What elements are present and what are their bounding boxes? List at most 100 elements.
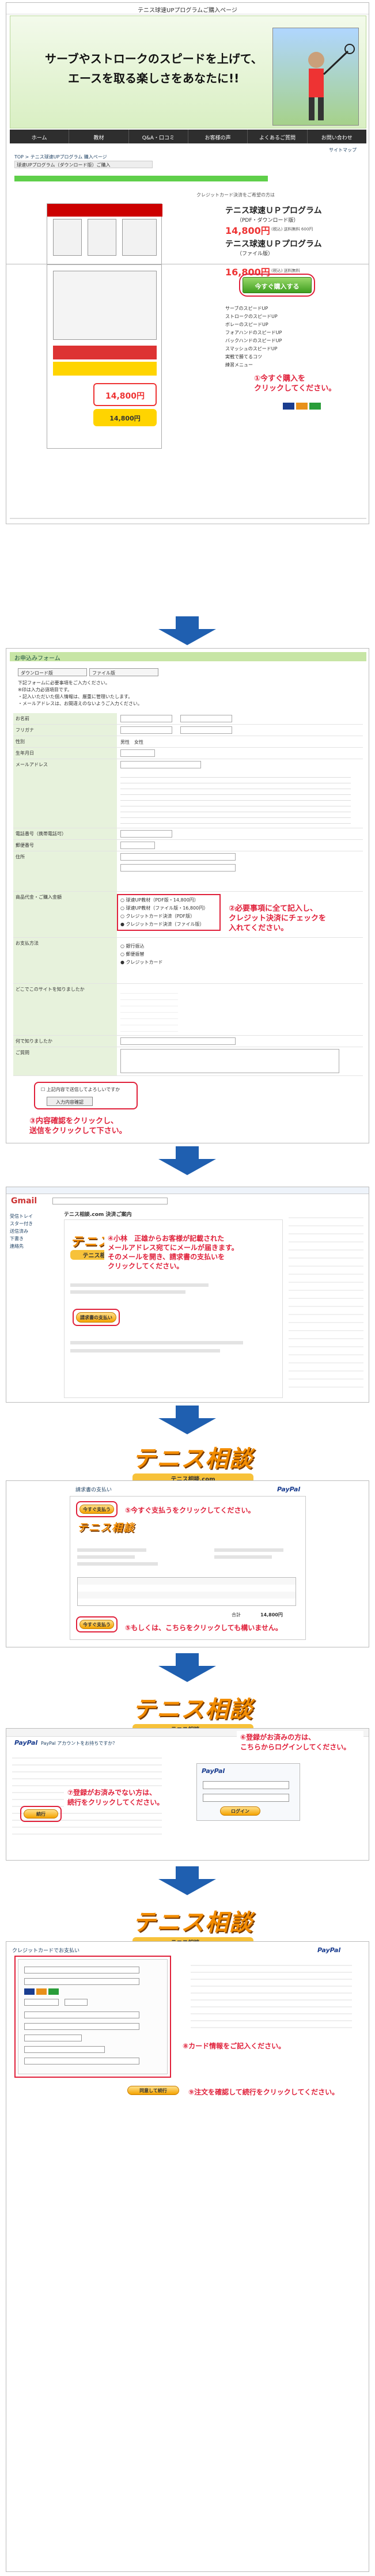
zip-input[interactable] bbox=[120, 842, 155, 849]
form-row-name: お名前 bbox=[13, 713, 363, 725]
tennis-player-icon bbox=[308, 44, 355, 120]
form-row-birth: 生年月日 bbox=[13, 748, 363, 759]
gmail-logo[interactable]: Gmail bbox=[11, 1196, 37, 1206]
product-image bbox=[47, 203, 162, 264]
birth-input[interactable] bbox=[120, 749, 155, 757]
sidebar-item[interactable]: 受信トレイ bbox=[10, 1213, 62, 1220]
player-photo bbox=[272, 28, 359, 126]
kana-input-2[interactable] bbox=[180, 726, 232, 734]
feature-item: サーブのスピードUP bbox=[225, 306, 268, 311]
how-input[interactable] bbox=[120, 1037, 236, 1045]
field-label: お名前 bbox=[13, 713, 117, 724]
phone-input[interactable] bbox=[120, 830, 172, 838]
continue-highlight bbox=[20, 1806, 62, 1822]
form-row-phone: 電話番号（携帯電話可） bbox=[13, 828, 363, 840]
product-image-lower: 14,800円 14,800円 bbox=[47, 264, 162, 449]
email-input[interactable] bbox=[120, 761, 201, 768]
source-checks[interactable] bbox=[120, 987, 178, 1032]
cover-doc-4 bbox=[53, 271, 157, 340]
pay-option[interactable]: ○ 郵便振替 bbox=[120, 950, 163, 959]
option-label: 銀行振込 bbox=[126, 944, 145, 949]
logo-text: テニス相談 bbox=[132, 1696, 253, 1723]
nav-faq[interactable]: よくあるご質問 bbox=[248, 130, 308, 143]
name-input-2[interactable] bbox=[180, 715, 232, 722]
tab-file-label: ファイル版 bbox=[92, 670, 115, 676]
product2-subtitle: （ファイル版） bbox=[237, 251, 274, 257]
nav-qa[interactable]: Q&A・口コミ bbox=[129, 130, 188, 143]
product1-price: 14,800円 bbox=[225, 225, 270, 236]
sidebar-item[interactable]: 送信済み bbox=[10, 1228, 62, 1235]
sidebar-item[interactable]: 連絡先 bbox=[10, 1242, 62, 1250]
price-badge-value: 14,800円 bbox=[105, 392, 145, 401]
field-label: 性別 bbox=[13, 736, 117, 747]
field-label: メールアドレス bbox=[13, 759, 117, 828]
logo-text: テニス相談 bbox=[132, 1910, 253, 1936]
hero-text-line2: エースを取る楽しさをあなたに!! bbox=[68, 71, 240, 85]
step5a-callout: ⑤今すぐ支払うをクリックしてください。 bbox=[122, 1504, 259, 1517]
name-input[interactable] bbox=[120, 715, 172, 722]
sidebar-item[interactable]: 下書き bbox=[10, 1235, 62, 1242]
pay-invoice-highlight bbox=[73, 1309, 120, 1326]
product-options-highlight bbox=[117, 894, 221, 931]
field-label: 生年月日 bbox=[13, 748, 117, 759]
field-label: どこでこのサイトを知りましたか bbox=[13, 984, 117, 1035]
product1-title: テニス球速ＵＰプログラム bbox=[225, 206, 322, 215]
nav-voice[interactable]: お客様の声 bbox=[188, 130, 248, 143]
cover-doc-3 bbox=[122, 219, 157, 256]
cover-yellow-stripe bbox=[53, 362, 157, 376]
paypal-logo-text: PayPal bbox=[14, 1739, 38, 1747]
cc-form-highlight bbox=[14, 1956, 171, 2078]
pay-option[interactable]: ○ 銀行振込 bbox=[120, 942, 163, 950]
form-row-email: メールアドレス bbox=[13, 759, 363, 828]
field-label: 住所 bbox=[13, 851, 117, 891]
section-tab: 球速UPプログラム（ダウンロード版）ご購入 bbox=[14, 161, 153, 168]
tab-file[interactable]: ファイル版 bbox=[89, 668, 158, 676]
kana-input[interactable] bbox=[120, 726, 172, 734]
nav-contact[interactable]: お問い合わせ bbox=[308, 130, 366, 143]
tab-download[interactable]: ダウンロード版 bbox=[18, 668, 87, 676]
nav-materials[interactable]: 教材 bbox=[69, 130, 129, 143]
step4-callout: ④小林 正雄からお客様が記載された メールアドレス宛てにメールが届きます。 その… bbox=[104, 1232, 277, 1272]
paypal-logo-text: PayPal bbox=[277, 1486, 301, 1493]
agree-continue-button[interactable]: 同意して続行 bbox=[127, 2086, 179, 2095]
cover-doc-2 bbox=[88, 219, 116, 256]
gender-radios[interactable]: 男性 女性 bbox=[120, 739, 143, 745]
product-page-screenshot-lower: 14,800円 14,800円 16,800円 (税込) 送料無料 今すぐ購入す… bbox=[6, 264, 369, 524]
form-row-question: ご質問 bbox=[13, 1047, 363, 1076]
sitemap-link[interactable]: サイトマップ bbox=[329, 147, 357, 153]
mastercard-icon bbox=[296, 403, 308, 410]
field-label: フリガナ bbox=[13, 725, 117, 736]
sidebar-item[interactable]: スター付き bbox=[10, 1220, 62, 1228]
cc-header: クレジットカードでお支払い bbox=[12, 1948, 80, 1954]
pay-option[interactable]: ● クレジットカード bbox=[120, 959, 163, 967]
paypal-invoice-screenshot: 請求書の支払い PayPal 今すぐ支払う テニス相談 合計 14,800円 今… bbox=[6, 1480, 369, 1647]
email-notes bbox=[120, 772, 351, 824]
paypal-logo: PayPal bbox=[14, 1739, 37, 1747]
password-input[interactable] bbox=[203, 1794, 289, 1802]
visa-icon bbox=[283, 403, 294, 410]
gmail-search[interactable] bbox=[52, 1198, 168, 1204]
form-row-kana: フリガナ bbox=[13, 725, 363, 736]
intro-line: 下記フォームに必要事項をご入力ください。 bbox=[18, 680, 110, 685]
product2-price-note: (税込) 送料無料 bbox=[271, 268, 300, 273]
form-row-how: 何で知りましたか bbox=[13, 1036, 363, 1047]
address-input[interactable] bbox=[120, 853, 236, 861]
nav-home[interactable]: ホーム bbox=[10, 130, 70, 143]
invoice-header: 請求書の支払い bbox=[75, 1487, 112, 1493]
field-label: ご質問 bbox=[13, 1047, 117, 1075]
logo-text: テニス相談 bbox=[77, 1522, 135, 1534]
step1-callout: ①今すぐ購入を クリックしてください。 bbox=[254, 374, 336, 393]
form-header: お申込みフォーム bbox=[10, 652, 366, 662]
invoice-card: 今すぐ支払う テニス相談 合計 14,800円 今すぐ支払う bbox=[70, 1496, 306, 1640]
feature-list: サーブのスピードUP ストロークのスピードUP ボレーのスピードUP フォアハン… bbox=[225, 305, 363, 369]
login-button[interactable]: ログイン bbox=[220, 1806, 260, 1816]
login-panel: PayPal ログイン bbox=[196, 1763, 300, 1821]
email-input[interactable] bbox=[203, 1781, 289, 1789]
step6-callout: ⑥登録がお済みの方は、 こちらからログインしてください。 bbox=[237, 1731, 363, 1754]
address-input-2[interactable] bbox=[120, 864, 236, 872]
page-title: テニス球速UPプログラムご購入ページ bbox=[138, 7, 237, 14]
breadcrumb: TOP > テニス球速UPプログラム 購入ページ bbox=[14, 154, 107, 160]
feature-item: ボレーのスピードUP bbox=[225, 322, 268, 327]
login-question: PayPal アカウントをお持ちですか？ bbox=[41, 1741, 118, 1746]
question-textarea[interactable] bbox=[120, 1049, 339, 1073]
